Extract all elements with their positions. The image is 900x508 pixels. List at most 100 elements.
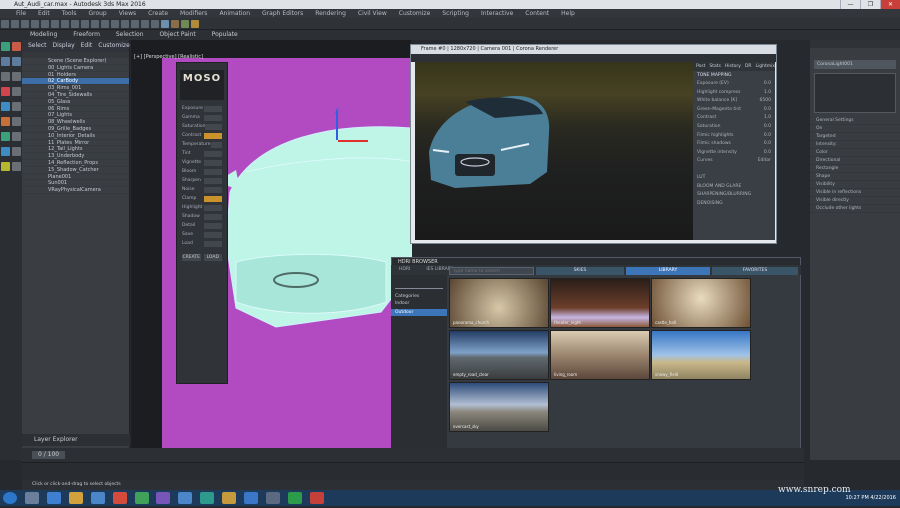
scene-item[interactable]: 07_Lights xyxy=(22,112,129,120)
hierarchy-icon[interactable] xyxy=(1,57,10,66)
moso-field[interactable] xyxy=(204,106,222,112)
mirror-icon[interactable] xyxy=(121,20,129,28)
hdri-thumbnail[interactable]: living_room xyxy=(550,330,650,380)
hdri-category[interactable]: Indoor xyxy=(391,300,447,307)
section-lut[interactable]: LUT xyxy=(693,174,775,183)
create-icon[interactable] xyxy=(1,42,10,51)
rollout-item[interactable]: Color xyxy=(810,149,900,157)
hdri-thumbnail[interactable]: theater_night xyxy=(550,278,650,328)
scene-tab-select[interactable]: Select xyxy=(28,40,47,52)
tone-mapping-header[interactable]: TONE MAPPING xyxy=(693,71,775,80)
rollout-item[interactable]: Intensity: xyxy=(810,141,900,149)
spacewarp-icon[interactable] xyxy=(12,147,21,156)
task-app8-icon[interactable] xyxy=(287,492,302,504)
moso-field[interactable] xyxy=(204,205,222,211)
utilities-icon[interactable] xyxy=(12,72,21,81)
moso-field[interactable] xyxy=(210,142,222,148)
moso-field[interactable] xyxy=(204,169,222,175)
frame-counter[interactable]: 0 / 100 xyxy=(32,451,66,459)
maximize-button[interactable]: ❐ xyxy=(860,0,880,9)
scene-item[interactable]: 01_Holders xyxy=(22,71,129,79)
task-app2-icon[interactable] xyxy=(134,492,149,504)
rollout-item[interactable]: Visibility xyxy=(810,181,900,189)
task-app4-icon[interactable] xyxy=(178,492,193,504)
rtab-post[interactable]: Post xyxy=(696,62,705,71)
unlink-icon[interactable] xyxy=(31,20,39,28)
task-app7-icon[interactable] xyxy=(266,492,281,504)
track-bar[interactable] xyxy=(22,462,804,480)
link-icon[interactable] xyxy=(21,20,29,28)
hdri-thumbnail[interactable]: castle_hall xyxy=(651,278,751,328)
rotate-icon[interactable] xyxy=(71,20,79,28)
rollout-item[interactable]: Visible in reflections xyxy=(810,189,900,197)
display-icon[interactable] xyxy=(1,72,10,81)
task-chrome-icon[interactable] xyxy=(112,492,127,504)
move-icon[interactable] xyxy=(61,20,69,28)
menu-rendering[interactable]: Rendering xyxy=(315,9,346,18)
moso-field[interactable] xyxy=(204,196,222,202)
moso-field[interactable] xyxy=(204,214,222,220)
group-icon[interactable] xyxy=(12,162,21,171)
modifier-stack[interactable] xyxy=(814,73,896,113)
scene-tab-display[interactable]: Display xyxy=(53,40,75,52)
motion-icon[interactable] xyxy=(12,57,21,66)
menu-modifiers[interactable]: Modifiers xyxy=(180,9,207,18)
tab-modeling[interactable]: Modeling xyxy=(30,30,57,40)
light-icon[interactable] xyxy=(1,117,10,126)
moso-field[interactable] xyxy=(204,133,222,139)
menu-customize[interactable]: Customize xyxy=(399,9,431,18)
scene-item[interactable]: 00_Lights Camera xyxy=(22,64,129,72)
scene-item[interactable]: 05_Glass xyxy=(22,98,129,106)
moso-create-button[interactable]: CREATE xyxy=(182,254,201,261)
hide-icon[interactable] xyxy=(12,87,21,96)
moso-field[interactable] xyxy=(204,178,222,184)
hdri-size-slider[interactable] xyxy=(395,279,443,289)
rollout-item[interactable]: Occlude other lights xyxy=(810,205,900,213)
scene-tab-edit[interactable]: Edit xyxy=(81,40,93,52)
task-app6-icon[interactable] xyxy=(244,492,259,504)
task-app5-icon[interactable] xyxy=(222,492,237,504)
moso-field[interactable] xyxy=(204,223,222,229)
hdri-thumbnail[interactable]: empty_road_clear xyxy=(449,330,549,380)
select-region-icon[interactable] xyxy=(51,20,59,28)
menu-animation[interactable]: Animation xyxy=(219,9,250,18)
rollout-item[interactable]: Visible directly xyxy=(810,197,900,205)
percent-snap-icon[interactable] xyxy=(111,20,119,28)
camera-icon[interactable] xyxy=(12,117,21,126)
moso-field[interactable] xyxy=(205,124,222,130)
scene-item[interactable]: 06_Rims xyxy=(22,105,129,113)
hdri-thumbnail[interactable]: snowy_field xyxy=(651,330,751,380)
scene-item[interactable]: 03_Rims_001 xyxy=(22,85,129,92)
helper-icon[interactable] xyxy=(1,147,10,156)
task-3dsmax-icon[interactable] xyxy=(200,492,215,504)
snap-icon[interactable] xyxy=(91,20,99,28)
menu-create[interactable]: Create xyxy=(148,9,168,18)
task-ie-icon[interactable] xyxy=(46,492,61,504)
task-folder-icon[interactable] xyxy=(68,492,83,504)
task-app9-icon[interactable] xyxy=(309,492,324,504)
modify-icon[interactable] xyxy=(12,42,21,51)
scene-item[interactable]: Plane001 xyxy=(22,173,129,181)
rollout-item[interactable]: Directional xyxy=(810,157,900,165)
menu-group[interactable]: Group xyxy=(88,9,106,18)
rollout-item[interactable]: Targeted xyxy=(810,133,900,141)
scene-item[interactable]: 10_Interior_Details xyxy=(22,132,129,140)
tab-selection[interactable]: Selection xyxy=(116,30,144,40)
car-model[interactable] xyxy=(216,122,412,332)
render-setup-icon[interactable] xyxy=(171,20,179,28)
scene-item[interactable]: 04_Tire_Sidewalls xyxy=(22,91,129,99)
hdri-tab-library[interactable]: LIBRARY xyxy=(626,267,710,275)
rollout-item[interactable]: Shape xyxy=(810,173,900,181)
menu-graph-editors[interactable]: Graph Editors xyxy=(262,9,303,18)
filter-icon[interactable] xyxy=(1,87,10,96)
scene-item[interactable]: 09_Grille_Badges xyxy=(22,125,129,133)
scene-tab-customize[interactable]: Customize xyxy=(98,40,130,52)
rollout-item[interactable]: On xyxy=(810,125,900,133)
menu-interactive[interactable]: Interactive xyxy=(481,9,513,18)
rtab-history[interactable]: History xyxy=(725,62,741,71)
undo-icon[interactable] xyxy=(1,20,9,28)
sort-icon[interactable] xyxy=(12,102,21,111)
layer-icon[interactable] xyxy=(141,20,149,28)
render-icon[interactable] xyxy=(191,20,199,28)
minimize-button[interactable]: — xyxy=(840,0,860,9)
